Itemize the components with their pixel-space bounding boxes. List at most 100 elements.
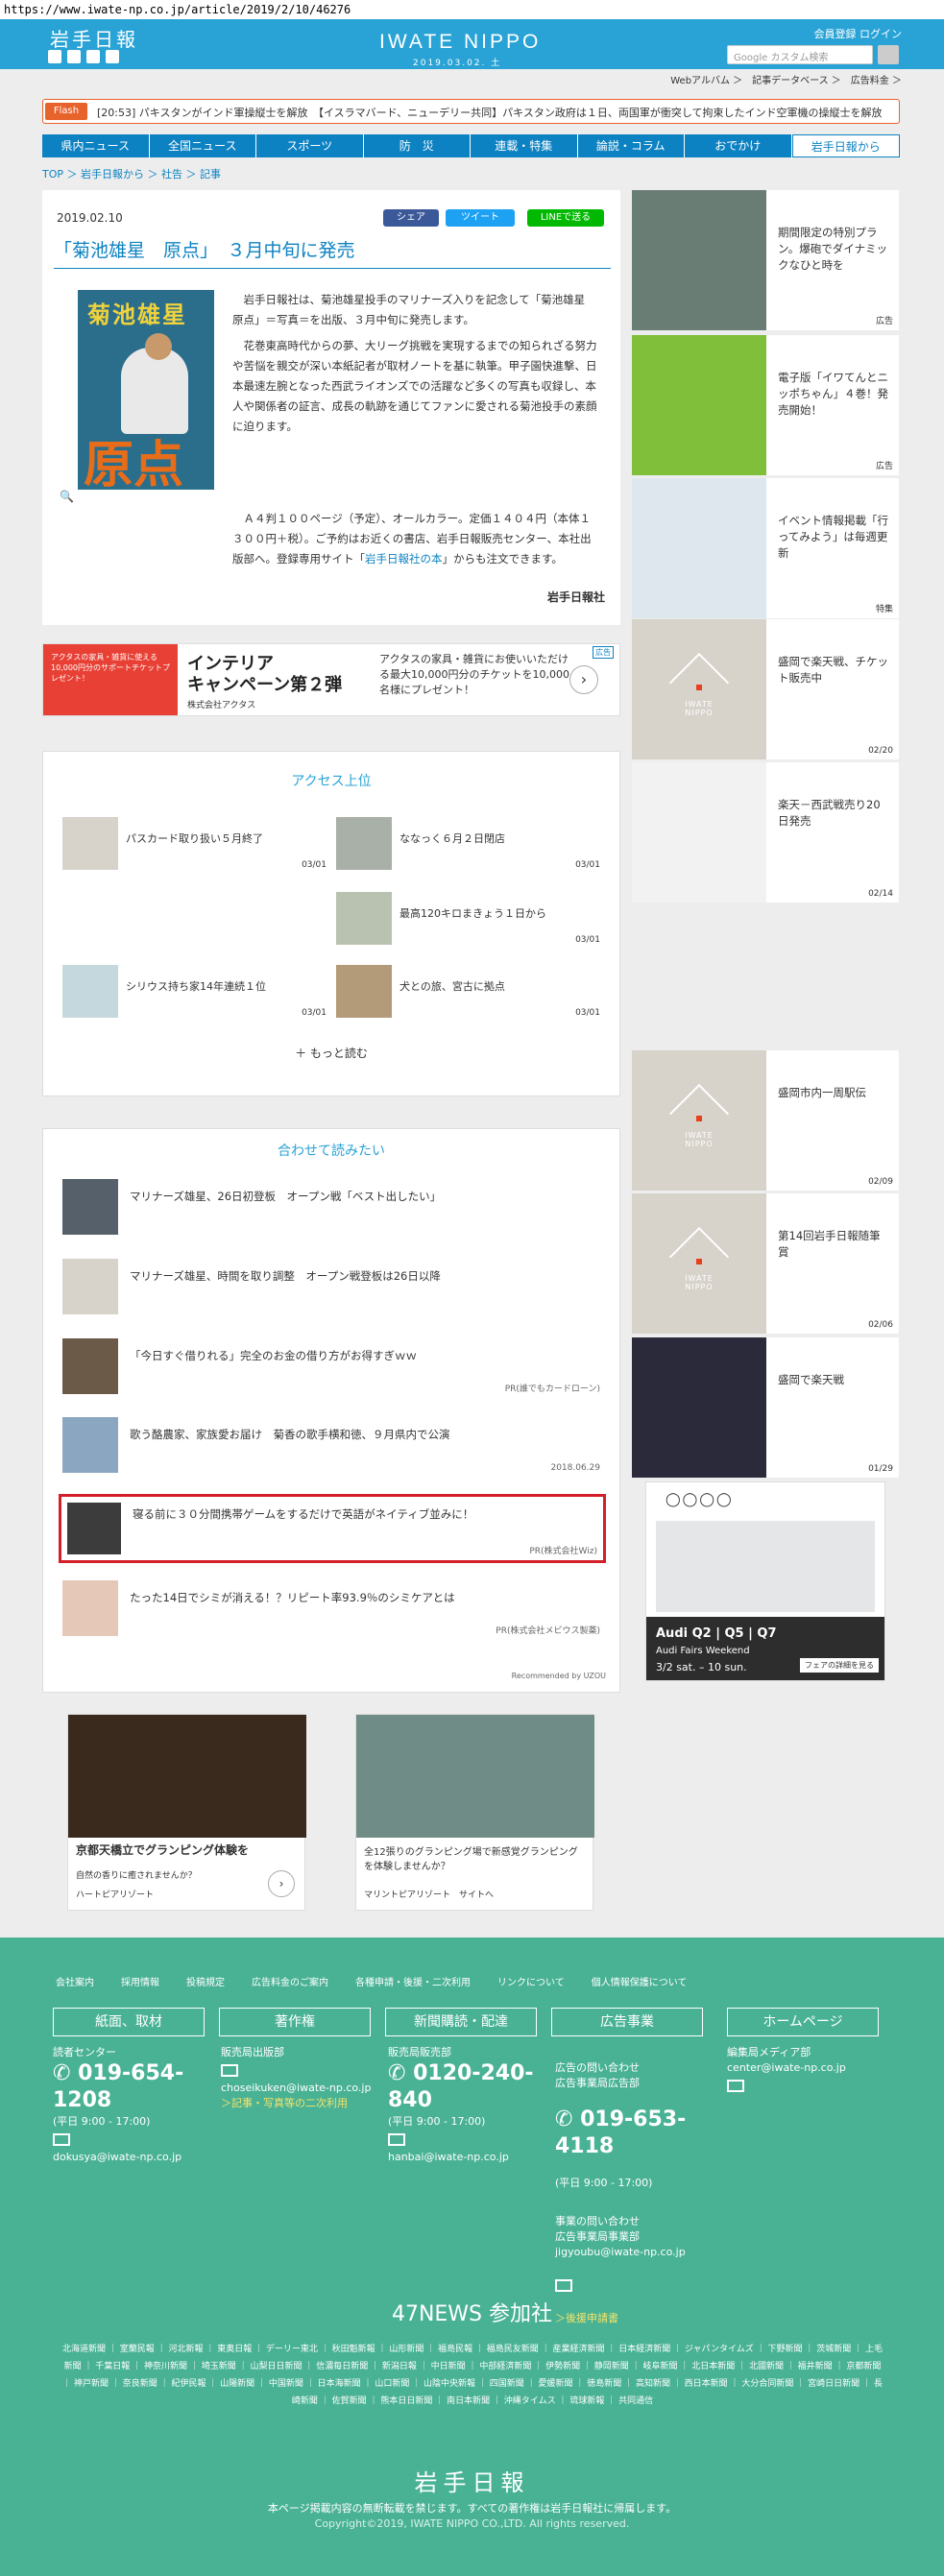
nav-national-news[interactable]: 全国ニュース [150,134,256,157]
footer-link-submission[interactable]: 投稿規定 [186,1974,225,1988]
player-photo [121,348,188,434]
footer-link-ad-rates[interactable]: 広告料金のご案内 [252,1974,328,1988]
ranking-item[interactable]: ななっく６月２日閉店 03/01 [336,817,600,870]
sub-nav-links[interactable]: Webアルバム ＞ 記事データベース ＞ 広告料金 ＞ [670,72,902,86]
ranking-item[interactable]: 犬との旅、宮古に拠点 03/01 [336,965,600,1018]
sidebar-card[interactable]: 期間限定の特別プラン。爆砲でダイナミックなひと時を 広告 [632,190,899,330]
member-links[interactable]: 会員登録 ログイン [814,26,903,41]
sidebar-card[interactable]: IWATE NIPPO 盛岡で楽天戦、チケット販売中 02/20 [632,619,899,759]
ad-banner-actus[interactable]: アクタスの家具・雑貨に使える10,000円分のサポートチケットプレゼント！ イン… [42,643,620,716]
instagram-icon[interactable] [106,50,119,63]
news47-papers[interactable]: 北海道新聞 ｜ 室蘭民報 ｜ 河北新報 ｜ 東奥日報 ｜ デーリー東北 ｜ 秋田… [60,2341,885,2410]
nav-outing[interactable]: おでかけ [685,134,792,157]
nav-series[interactable]: 連載・特集 [471,134,578,157]
related-thumbnail [67,1503,121,1554]
phone-number[interactable]: ✆ 019-654-1208 [53,2060,216,2114]
nav-sports[interactable]: スポーツ [256,134,364,157]
twitter-icon[interactable] [48,50,61,63]
audi-ad[interactable]: ◯◯◯◯ Audi Q2 | Q5 | Q7 Audi Fairs Weeken… [645,1481,885,1681]
nav-column[interactable]: 論説・コラム [578,134,685,157]
pr-label: PR(株式会社Wiz) [529,1547,597,1556]
footer-link-linking[interactable]: リンクについて [497,1974,565,1988]
line-icon[interactable] [86,50,100,63]
ranking-thumbnail [336,965,392,1018]
related-item[interactable]: マリナーズ雄星、時間を取り調整 オープン戦登板は26日以降 [62,1259,600,1316]
audi-fair-button[interactable]: フェアの詳細を見る [800,1658,879,1673]
more-button[interactable]: ＋ もっと読む [43,1045,619,1061]
facebook-icon[interactable] [67,50,81,63]
zoom-icon[interactable]: 🔍 [60,490,74,503]
footer-link-company[interactable]: 会社案内 [56,1974,94,1988]
news47-heading: 47NEWS 参加社 [391,2302,553,2326]
sidebar-card-label: 広告 [875,317,893,326]
footer-logo[interactable]: 岩手日報 [0,2464,944,2497]
search-input[interactable]: Google カスタム検索 [727,45,873,64]
publisher-link[interactable]: 岩手日報社の本 [365,552,443,566]
search-button[interactable] [878,45,899,64]
nav-from-iwate-nippo[interactable]: 岩手日報から [791,134,900,157]
highlighted-related-item[interactable]: 寝る前に３０分間携帯ゲームをするだけで英語がネイティブ並みに！ PR(株式会社W… [59,1494,606,1563]
sidebar-card[interactable]: 電子版「イワてんとニッポちゃん」４巻！発売開始！ 広告 [632,335,899,475]
phone-number[interactable]: ✆ 0120-240-840 [388,2060,551,2114]
ranking-item-title: 犬との旅、宮古に拠点 [399,980,505,993]
flash-text[interactable]: [20:53] パキスタンがインド軍操縦士を解放 【イスラマバード、ニューデリー… [97,105,894,120]
breadcrumb[interactable]: TOP ＞ 岩手日報から ＞ 社告 ＞ 記事 [42,166,221,181]
chevron-right-icon[interactable]: › [569,665,598,694]
mail-icon[interactable] [727,2080,744,2092]
flash-news-bar[interactable]: Flash [20:53] パキスタンがインド軍操縦士を解放 【イスラマバード、… [42,99,900,124]
secondary-use-link[interactable]: ＞記事・写真等の二次利用 [221,2096,384,2111]
footer-box-advertising[interactable]: 広告事業 [551,2008,703,2036]
mail-icon[interactable] [53,2133,70,2146]
related-item[interactable]: 歌う酪農家、家族愛お届け 菊香の歌手横和徳、９月県内で公演 2018.06.29 [62,1417,600,1475]
ranking-thumbnail [336,817,392,870]
url-bar[interactable]: https://www.iwate-np.co.jp/article/2019/… [0,0,944,19]
player-head [145,333,172,360]
footer-box-subscription[interactable]: 新聞購読・配達 [385,2008,537,2036]
footer-box-editorial[interactable]: 紙面、取材 [53,2008,205,2036]
footer-link-recruit[interactable]: 採用情報 [121,1974,159,1988]
email[interactable]: dokusya@iwate-np.co.jp [53,2150,216,2165]
event-contact[interactable]: 事業の問い合わせ 広告事業局事業部 jigyoubu@iwate-np.co.j… [555,2214,718,2260]
book-cover-image[interactable]: 菊池雄星 原点 [78,290,214,490]
ranking-item[interactable]: 最高120キロまきょう１日から 03/01 [336,892,600,945]
email[interactable]: center@iwate-np.co.jp [727,2060,890,2076]
ranking-item[interactable]: パスカード取り扱い５月終了 03/01 [62,817,327,870]
chevron-right-icon[interactable]: › [268,1870,295,1897]
sidebar-card-title: 盛岡で楽天戦、チケット販売中 [778,655,888,685]
sidebar-card-date: 02/14 [868,889,893,899]
related-item[interactable]: 「今日すぐ借りれる」完全のお金の借り方がお得すぎｗｗ PR(誰でもカードローン) [62,1338,600,1396]
phone-number[interactable]: ✆ 019-653-4118 [555,2107,718,2160]
ranking-item-date: 03/01 [302,1008,327,1018]
sidebar-thumbnail [632,762,766,903]
site-logo-jp[interactable]: 岩手日報 [50,24,138,52]
sidebar-thumbnail: IWATE NIPPO [632,619,766,759]
footer-link-privacy[interactable]: 個人情報保護について [592,1974,688,1988]
line-share-button[interactable]: LINEで送る [527,209,604,227]
related-item[interactable]: たった14日でシミが消える！？リピート率93.9％のシミケアとは PR(株式会社… [62,1580,600,1638]
recommended-by[interactable]: Recommended by UZOU [512,1672,606,1680]
email[interactable]: choseikuken@iwate-np.co.jp [221,2081,384,2096]
facebook-share-button[interactable]: シェア [383,209,439,227]
site-header: 岩手日報 IWATE NIPPO 2019.03.02. 土 会員登録 ログイン… [0,19,944,69]
sidebar-card[interactable]: 楽天－西武戦売り20日発売 02/14 [632,762,899,903]
sidebar-card[interactable]: 盛岡で楽天戦 01/29 [632,1337,899,1478]
nav-prefecture-news[interactable]: 県内ニュース [42,134,150,157]
audi-rings-icon: ◯◯◯◯ [666,1492,734,1507]
sidebar-card[interactable]: IWATE NIPPO 第14回岩手日報随筆賞 02/06 [632,1193,899,1334]
brand-logo[interactable]: IWATE NIPPO [379,31,541,54]
tweet-button[interactable]: ツイート [446,209,515,227]
nav-disaster[interactable]: 防 災 [364,134,471,157]
footer-box-copyright[interactable]: 著作権 [219,2008,371,2036]
sidebar-card[interactable]: イベント情報掲載「行ってみよう」は毎週更新 特集 [632,478,899,618]
mail-icon[interactable] [388,2133,405,2146]
bottom-ad-glamping-kyoto[interactable]: 京都天橋立でグランピング体験を 自然の香りに癒されませんか？ ハートピアリゾート… [67,1714,306,1911]
footer-box-homepage[interactable]: ホームページ [727,2008,879,2036]
email[interactable]: hanbai@iwate-np.co.jp [388,2150,551,2165]
mail-icon[interactable] [221,2064,238,2077]
bottom-ad-glamping-marine[interactable]: 全12張りのグランピング場で新感覚グランピングを体験しませんか？ マリントピアリ… [355,1714,594,1911]
related-item[interactable]: マリナーズ雄星、26日初登板 オープン戦「ベスト出したい」 [62,1179,600,1237]
sidebar-card[interactable]: IWATE NIPPO 盛岡市内一周駅伝 02/09 [632,1050,899,1191]
ranking-item[interactable]: シリウス持ち家14年連続１位 03/01 [62,965,327,1018]
footer-link-applications[interactable]: 各種申請・後援・二次利用 [355,1974,471,1988]
mail-icon[interactable] [555,2279,572,2292]
